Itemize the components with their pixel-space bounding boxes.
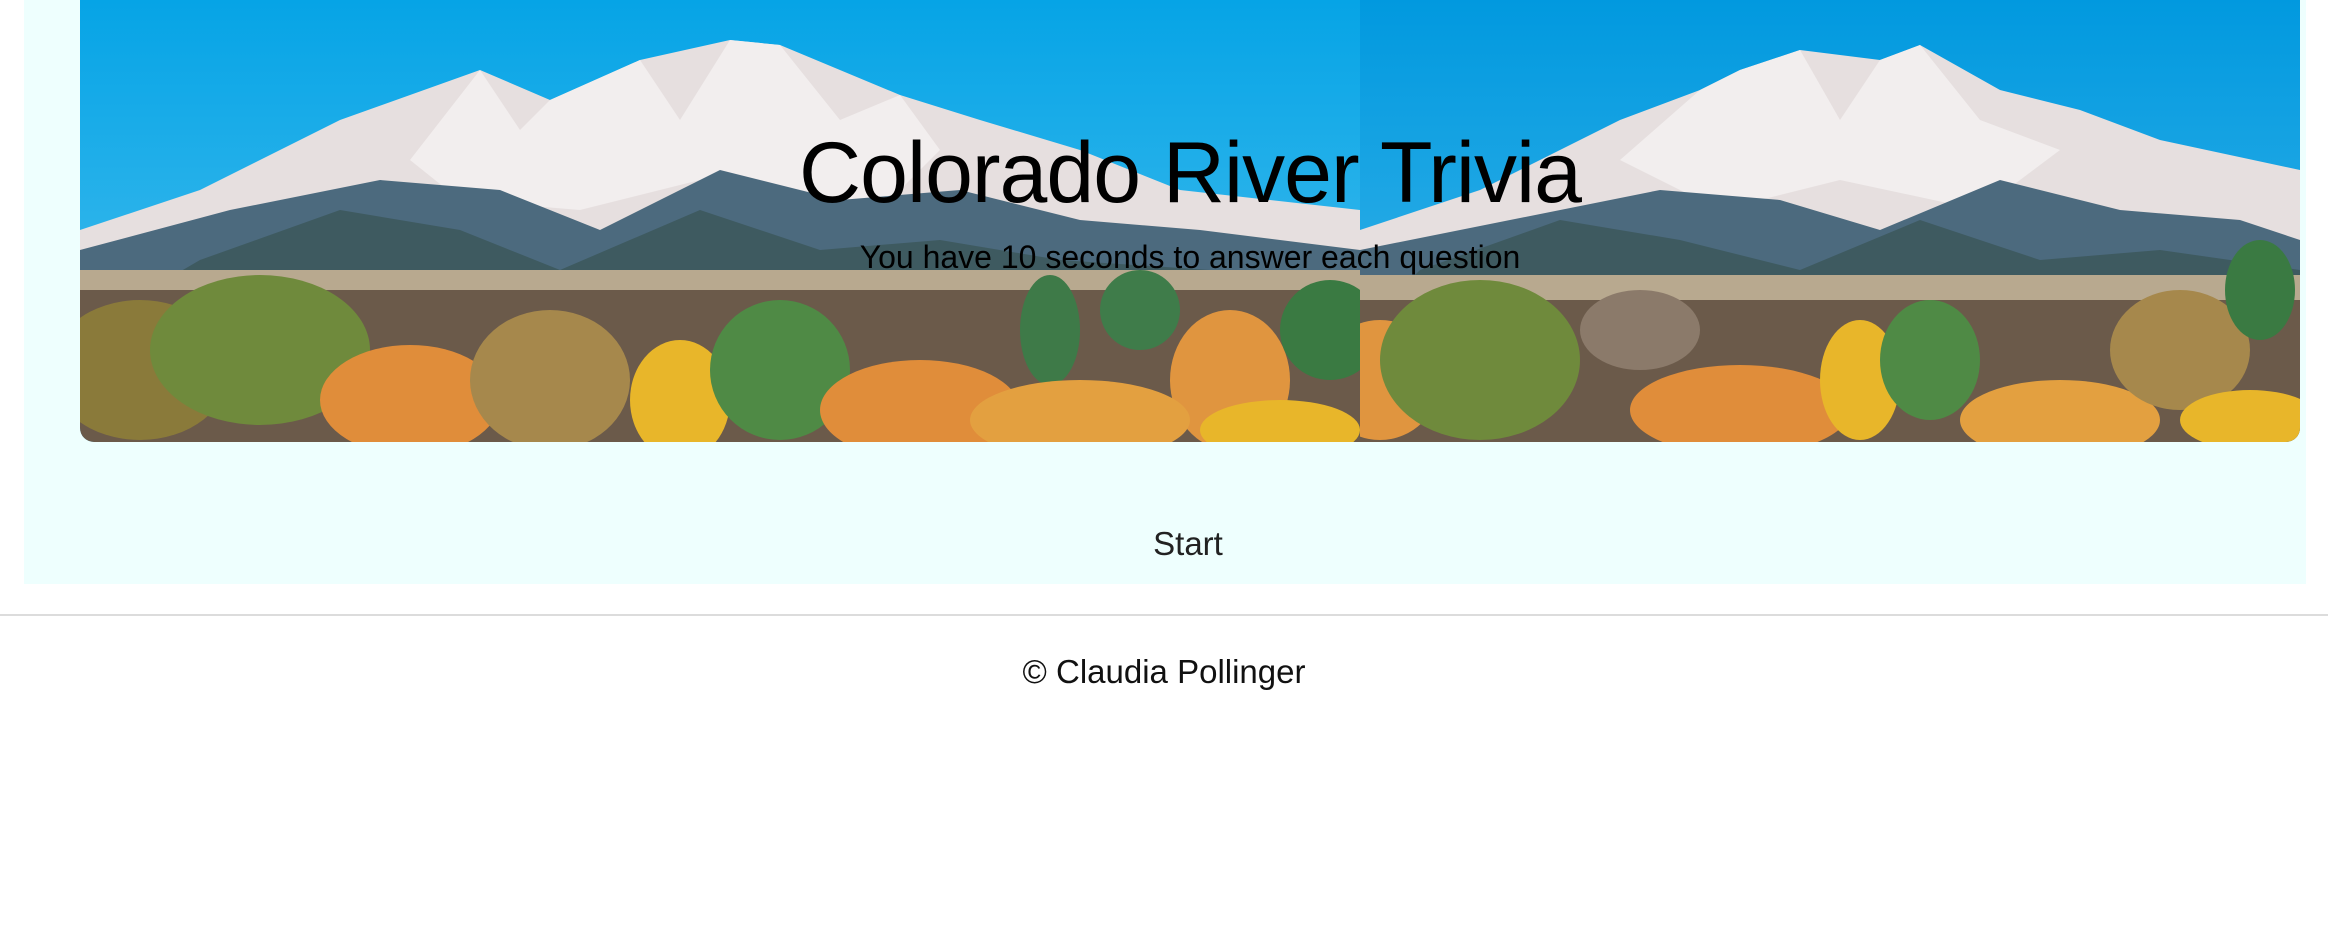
hero-text: Colorado River Trivia You have 10 second… xyxy=(80,0,2300,442)
footer-divider xyxy=(0,614,2328,616)
footer-copyright: © Claudia Pollinger xyxy=(1022,653,1306,690)
page-subtitle: You have 10 seconds to answer each quest… xyxy=(859,239,1521,275)
page: Colorado River Trivia You have 10 second… xyxy=(0,0,2328,934)
main-panel: Colorado River Trivia You have 10 second… xyxy=(24,0,2306,584)
start-button[interactable]: Start xyxy=(1108,516,1268,572)
page-title: Colorado River Trivia xyxy=(799,125,1582,221)
hero-banner: Colorado River Trivia You have 10 second… xyxy=(80,0,2300,442)
